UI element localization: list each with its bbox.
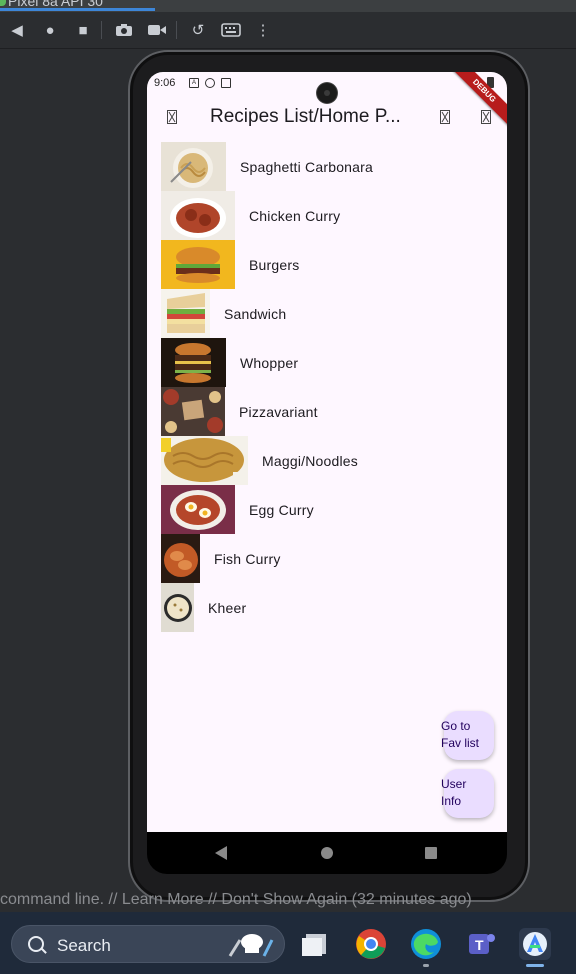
list-item[interactable]: Fish Curry <box>161 534 507 583</box>
emulator-toolbar: ◀ ● ■ ↺ ⋮ <box>0 12 576 49</box>
notification-icon <box>205 78 215 88</box>
active-indicator <box>526 964 544 967</box>
list-item[interactable]: Egg Curry <box>161 485 507 534</box>
recipe-name: Maggi/Noodles <box>262 452 358 469</box>
taskbar: Search T <box>0 912 576 974</box>
app-bar: Recipes List/Home P... <box>147 98 507 138</box>
teams-icon[interactable]: T <box>465 928 497 960</box>
recipe-thumbnail <box>161 191 235 240</box>
running-indicator <box>423 964 429 967</box>
user-info-button[interactable]: User Info <box>441 769 494 818</box>
recipe-thumbnail <box>161 240 235 289</box>
recipe-name: Burgers <box>249 256 300 273</box>
camera-icon[interactable] <box>112 18 136 42</box>
recipe-thumbnail <box>161 534 200 583</box>
search-label: Search <box>57 936 111 955</box>
nav-home-icon[interactable] <box>321 847 333 859</box>
page-title: Recipes List/Home P... <box>210 106 401 127</box>
list-item[interactable]: Spaghetti Carbonara <box>161 142 507 191</box>
action-icon[interactable] <box>434 106 456 128</box>
status-dot <box>0 0 6 6</box>
ide-notification-text: command line. // Learn More // Don't Sho… <box>0 891 472 908</box>
list-item[interactable]: Sandwich <box>161 289 507 338</box>
notification-icon: A <box>189 78 199 88</box>
active-tab-underline <box>0 8 155 11</box>
recipe-name: Spaghetti Carbonara <box>240 158 373 175</box>
back-icon[interactable]: ◀ <box>5 18 29 42</box>
nav-back-icon[interactable] <box>215 846 227 860</box>
edge-icon[interactable] <box>410 928 442 960</box>
recipe-list: Spaghetti Carbonara Chicken Curry Burger… <box>161 142 507 632</box>
recipe-name: Sandwich <box>224 305 287 322</box>
recipe-thumbnail <box>161 142 226 191</box>
notification-icon <box>221 78 231 88</box>
recipe-thumbnail <box>161 338 226 387</box>
recipe-name: Kheer <box>208 599 247 616</box>
list-item[interactable]: Maggi/Noodles <box>161 436 507 485</box>
action-icon[interactable] <box>475 106 497 128</box>
recipe-name: Whopper <box>240 354 299 371</box>
rotate-icon[interactable]: ↺ <box>186 18 210 42</box>
recipe-thumbnail <box>161 583 194 632</box>
status-time: 9:06 <box>154 77 176 89</box>
recipe-thumbnail <box>161 485 235 534</box>
stop-icon[interactable]: ■ <box>71 18 95 42</box>
home-icon[interactable]: ● <box>38 18 62 42</box>
fab-label-line: Go to <box>441 719 471 733</box>
svg-text:T: T <box>475 937 484 953</box>
list-item[interactable]: Kheer <box>161 583 507 632</box>
recipe-name: Egg Curry <box>249 501 314 518</box>
recipe-thumbnail <box>161 436 248 485</box>
fab-label-line: User <box>441 777 467 791</box>
search-icon <box>28 936 44 952</box>
list-item[interactable]: Whopper <box>161 338 507 387</box>
nav-recents-icon[interactable] <box>425 847 437 859</box>
recipe-thumbnail <box>161 387 225 436</box>
window-title-strip: Pixel 8a API 30 <box>0 0 576 12</box>
list-item[interactable]: Chicken Curry <box>161 191 507 240</box>
recipe-thumbnail <box>161 289 210 338</box>
fab-label-line: Fav list <box>441 736 480 750</box>
list-item[interactable]: Pizzavariant <box>161 387 507 436</box>
chef-hat-icon <box>228 934 274 957</box>
keyboard-icon[interactable] <box>219 18 243 42</box>
list-item[interactable]: Burgers <box>161 240 507 289</box>
recipe-name: Fish Curry <box>214 550 281 567</box>
android-studio-icon[interactable] <box>519 928 551 960</box>
more-icon[interactable]: ⋮ <box>251 18 275 42</box>
video-icon[interactable] <box>145 18 169 42</box>
recipe-name: Chicken Curry <box>249 207 341 224</box>
fab-label-line: Info <box>441 794 462 808</box>
go-to-fav-list-button[interactable]: Go to Fav list <box>441 711 494 760</box>
toolbar-separator <box>176 21 177 39</box>
drawer-icon[interactable] <box>161 106 183 128</box>
taskbar-search[interactable]: Search <box>11 925 285 963</box>
file-explorer-icon[interactable] <box>300 928 332 960</box>
app-screen: 9:06 A DEBUG Recipes List/Home P... Spag… <box>147 72 507 832</box>
android-nav-bar <box>147 832 507 874</box>
chrome-icon[interactable] <box>355 928 387 960</box>
toolbar-separator <box>101 21 102 39</box>
recipe-name: Pizzavariant <box>239 403 318 420</box>
